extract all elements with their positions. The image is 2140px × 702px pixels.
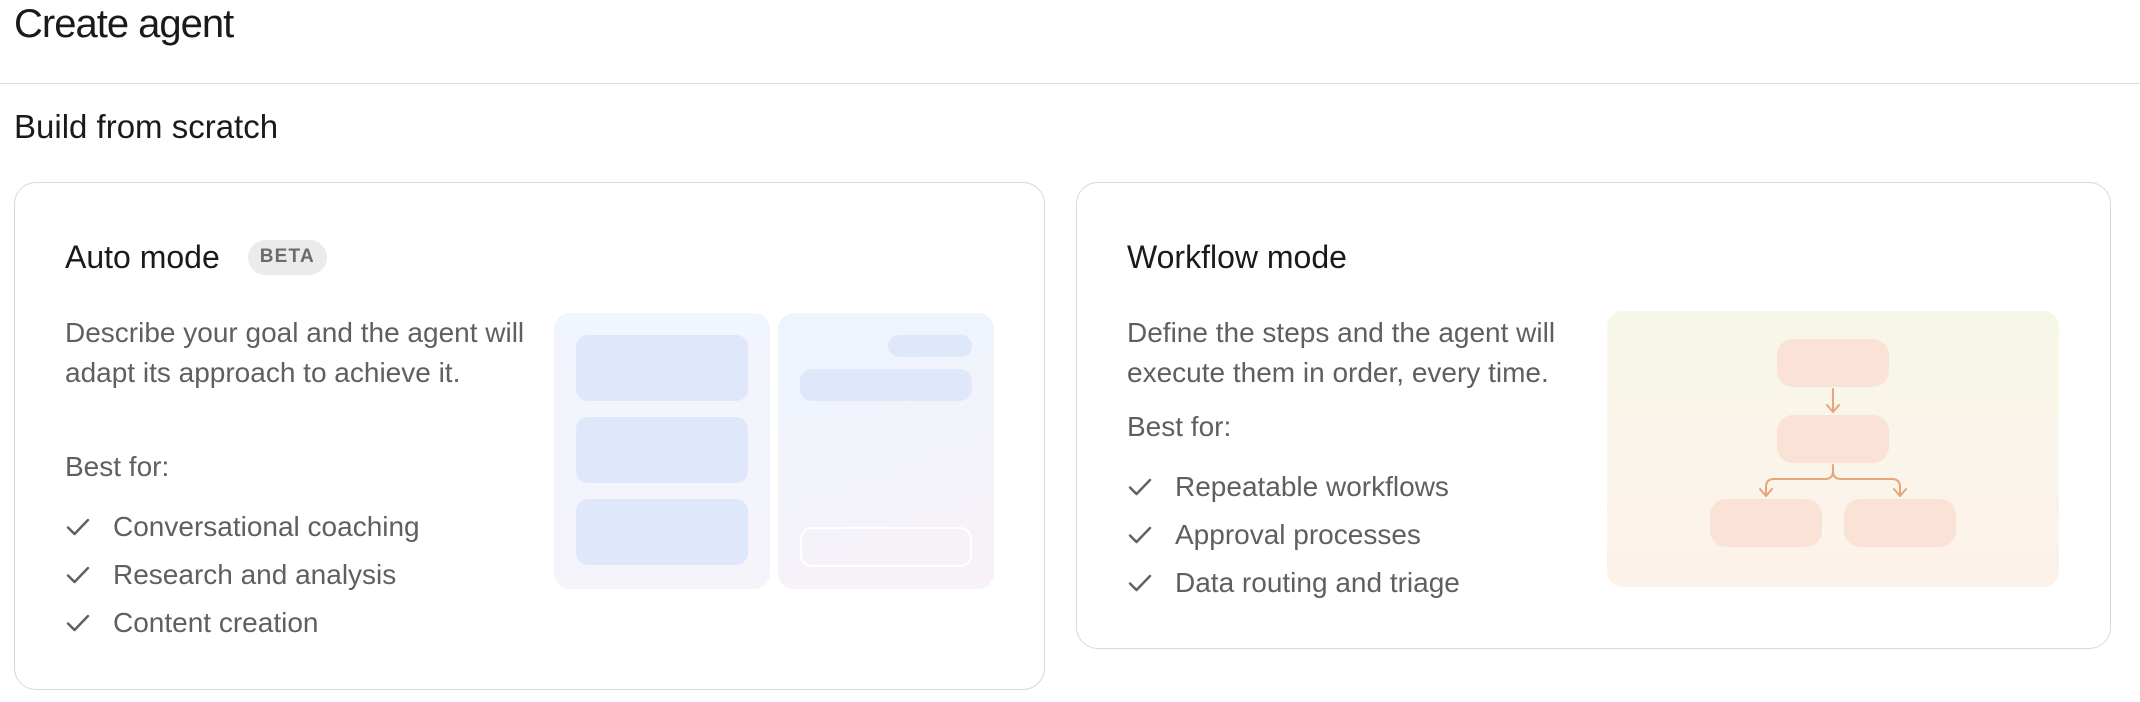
check-icon	[65, 610, 91, 636]
list-item: Content creation	[65, 599, 420, 647]
workflow-node	[1844, 499, 1956, 547]
auto-mode-best-for-label: Best for:	[65, 451, 170, 482]
list-item-label: Repeatable workflows	[1175, 471, 1449, 502]
check-icon	[1127, 474, 1153, 500]
workflow-arrow	[1765, 464, 1834, 496]
list-item-label: Data routing and triage	[1175, 567, 1460, 598]
beta-badge: BETA	[247, 240, 327, 275]
workflow-mode-description: Define the steps and the agent will exec…	[1127, 317, 1556, 388]
check-icon	[65, 514, 91, 540]
illustration-chat-input	[800, 527, 972, 567]
workflow-node	[1710, 499, 1822, 547]
list-item: Conversational coaching	[65, 503, 420, 551]
workflow-node	[1777, 339, 1889, 387]
list-item: Research and analysis	[65, 551, 420, 599]
illustration-step-block	[576, 499, 748, 565]
list-item: Data routing and triage	[1127, 559, 1460, 607]
illustration-step-block	[576, 335, 748, 401]
check-icon	[1127, 570, 1153, 596]
list-item-label: Approval processes	[1175, 519, 1421, 550]
workflow-node	[1777, 415, 1889, 463]
workflow-mode-title: Workflow mode	[1127, 239, 1347, 275]
workflow-mode-card[interactable]: Workflow mode Define the steps and the a…	[1076, 182, 2111, 649]
section-title: Build from scratch	[14, 108, 279, 145]
auto-mode-illustration	[554, 313, 994, 589]
workflow-mode-best-for-label: Best for:	[1127, 411, 1232, 442]
workflow-mode-title-row: Workflow mode	[1127, 239, 1347, 276]
auto-mode-card[interactable]: Auto mode BETA Describe your goal and th…	[14, 182, 1045, 690]
auto-mode-title-row: Auto mode BETA	[65, 239, 327, 276]
workflow-diagram	[1710, 339, 1956, 547]
illustration-step-block	[576, 417, 748, 483]
illustration-steps-panel	[554, 313, 770, 589]
auto-mode-description: Describe your goal and the agent will ad…	[65, 317, 525, 388]
page-header: Create agent	[0, 0, 2140, 84]
workflow-mode-feature-list: Repeatable workflows Approval processes …	[1127, 463, 1460, 607]
page-title: Create agent	[14, 2, 234, 46]
check-icon	[1127, 522, 1153, 548]
list-item: Repeatable workflows	[1127, 463, 1460, 511]
illustration-chat-panel	[778, 313, 994, 589]
auto-mode-feature-list: Conversational coaching Research and ana…	[65, 503, 420, 647]
check-icon	[65, 562, 91, 588]
illustration-chat-bubble	[800, 369, 972, 401]
list-item-label: Content creation	[113, 607, 319, 638]
workflow-mode-illustration	[1607, 311, 2059, 587]
list-item: Approval processes	[1127, 511, 1460, 559]
illustration-chat-bubble	[888, 335, 972, 357]
auto-mode-title: Auto mode	[65, 239, 220, 275]
list-item-label: Conversational coaching	[113, 511, 420, 542]
workflow-arrow	[1832, 470, 1901, 496]
list-item-label: Research and analysis	[113, 559, 397, 590]
